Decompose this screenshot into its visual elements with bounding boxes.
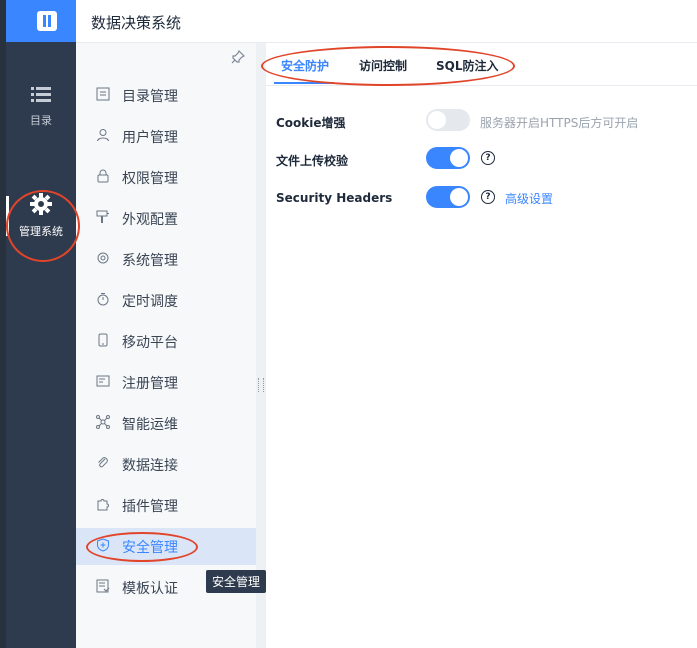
tab-access-control[interactable]: 访问控制 <box>359 57 407 74</box>
lock-icon <box>97 169 109 183</box>
app-title: 数据决策系统 <box>91 14 182 32</box>
menu-item-data-connection[interactable]: 数据连接 <box>76 446 256 483</box>
advanced-settings-link[interactable]: 高级设置 <box>505 190 553 207</box>
menu-item-label: 数据连接 <box>122 458 178 474</box>
tab-bar: 安全防护 访问控制 SQL防注入 <box>266 43 697 86</box>
menu-item-plugin[interactable]: 插件管理 <box>76 487 256 524</box>
logo-box[interactable] <box>6 0 76 42</box>
register-icon <box>96 375 110 387</box>
paint-icon <box>96 210 109 223</box>
menu-item-ops[interactable]: 智能运维 <box>76 405 256 442</box>
setting-label-file-upload: 文件上传校验 <box>276 154 349 168</box>
menu-item-system[interactable]: 系统管理 <box>76 241 256 278</box>
menu-item-schedule[interactable]: 定时调度 <box>76 282 256 319</box>
network-icon <box>96 415 110 429</box>
list-icon <box>31 87 51 102</box>
menu-item-catalog[interactable]: 目录管理 <box>76 77 256 114</box>
pin-icon-glyph <box>231 49 246 64</box>
security-headers-toggle[interactable] <box>426 186 470 208</box>
template-icon <box>96 579 110 593</box>
toggle-knob <box>450 149 468 167</box>
cookie-toggle[interactable] <box>426 109 470 131</box>
menu-item-label: 插件管理 <box>122 499 178 515</box>
tab-sql-injection[interactable]: SQL防注入 <box>436 57 499 74</box>
menu-item-appearance[interactable]: 外观配置 <box>76 200 256 237</box>
rail-item-catalog[interactable]: 目录 <box>6 86 76 128</box>
catalog-icon <box>96 87 110 101</box>
panel-splitter[interactable] <box>256 43 266 648</box>
menu-item-register[interactable]: 注册管理 <box>76 364 256 401</box>
setting-label-security-headers: Security Headers <box>276 191 393 205</box>
resize-handle-icon[interactable] <box>258 378 264 392</box>
tooltip: 安全管理 <box>206 570 267 593</box>
rail-item-label: 目录 <box>30 114 52 127</box>
top-header: 数据决策系统 <box>76 0 697 43</box>
tab-security-protection[interactable]: 安全防护 <box>281 57 329 74</box>
gear-icon <box>30 193 52 215</box>
menu-item-user[interactable]: 用户管理 <box>76 118 256 155</box>
rail-item-manage-system[interactable]: 管理系统 <box>6 193 76 239</box>
toggle-knob <box>428 111 446 129</box>
help-icon[interactable]: ? <box>481 151 495 165</box>
menu-item-label: 权限管理 <box>122 171 178 187</box>
menu-item-label: 外观配置 <box>122 212 178 228</box>
rail-item-label: 管理系统 <box>19 225 63 238</box>
menu-item-label: 注册管理 <box>122 376 178 392</box>
menu-item-label: 定时调度 <box>122 294 178 310</box>
menu-item-label: 移动平台 <box>122 335 178 351</box>
plugin-icon <box>97 499 109 511</box>
help-icon[interactable]: ? <box>481 190 495 204</box>
mobile-icon <box>98 333 108 347</box>
app-logo-icon <box>37 11 57 31</box>
menu-item-label: 智能运维 <box>122 417 178 433</box>
toggle-knob <box>450 188 468 206</box>
menu-item-label: 模板认证 <box>122 581 178 597</box>
pin-icon[interactable] <box>231 49 246 64</box>
menu-item-permission[interactable]: 权限管理 <box>76 159 256 196</box>
timer-icon <box>97 293 109 306</box>
menu-item-security[interactable]: 安全管理 <box>76 528 256 565</box>
file-upload-toggle[interactable] <box>426 147 470 169</box>
setting-label-cookie: Cookie增强 <box>276 116 346 130</box>
user-icon <box>97 129 109 142</box>
shield-icon <box>97 538 109 552</box>
active-tab-underline <box>274 82 334 84</box>
settings-icon <box>97 252 109 264</box>
menu-item-mobile[interactable]: 移动平台 <box>76 323 256 360</box>
menu-item-label: 系统管理 <box>122 253 178 269</box>
app-rail: 目录 管理系统 <box>0 0 76 648</box>
cookie-hint: 服务器开启HTTPS后方可开启 <box>480 116 639 130</box>
link-icon <box>98 457 108 468</box>
menu-item-label: 安全管理 <box>122 540 178 556</box>
menu-item-label: 用户管理 <box>122 130 178 146</box>
menu-item-label: 目录管理 <box>122 89 178 105</box>
